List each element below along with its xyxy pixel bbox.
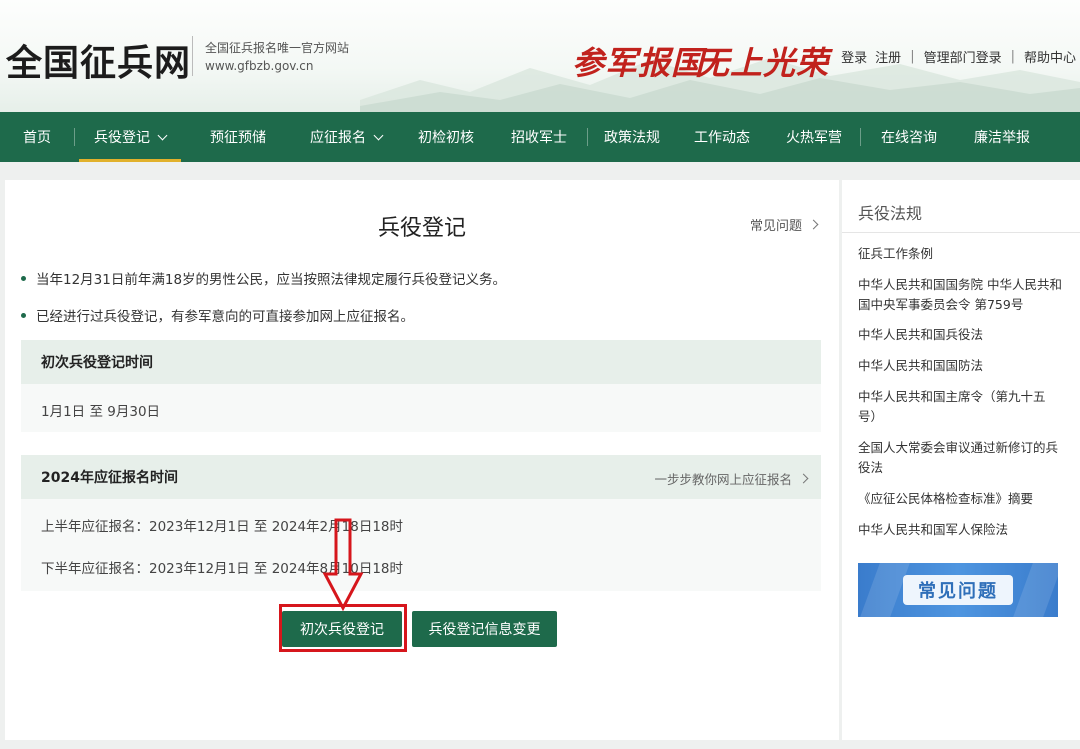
motto-text-2: 无上光荣 (697, 44, 830, 82)
first-registration-heading: 初次兵役登记时间 (21, 340, 821, 384)
nav-item-military-registration[interactable]: 兵役登记 (79, 112, 181, 162)
link-separator: | (910, 49, 915, 64)
admin-login-link[interactable]: 管理部门登录 (924, 47, 1002, 66)
nav-item-integrity-report[interactable]: 廉洁举报 (957, 112, 1047, 162)
logo-divider (192, 36, 193, 76)
chevron-right-icon (798, 473, 809, 484)
sidebar-divider (842, 232, 1080, 233)
site-url: www.gfbzb.gov.cn (205, 59, 314, 73)
sidebar-link[interactable]: 《应征公民体格检查标准》摘要 (858, 489, 1064, 509)
info-bullet: 当年12月31日前年满18岁的男性公民，应当按照法律规定履行兵役登记义务。 (21, 268, 506, 288)
nav-item-military-camp[interactable]: 火热军营 (768, 112, 860, 162)
site-header: 全国征兵网 全国征兵报名唯一官方网站 www.gfbzb.gov.cn 参军报国… (0, 0, 1080, 112)
site-slogan: 全国征兵报名唯一官方网站 (205, 41, 350, 55)
nav-item-work-news[interactable]: 工作动态 (676, 112, 768, 162)
nav-item-initial-check[interactable]: 初检初核 (401, 112, 491, 162)
motto-text-1: 参军报国 (572, 44, 705, 82)
registration-info-change-button[interactable]: 兵役登记信息变更 (412, 611, 557, 647)
bullet-dot-icon (21, 312, 26, 318)
faq-banner-label: 常见问题 (903, 575, 1013, 605)
register-link[interactable]: 注册 (875, 47, 901, 66)
login-link[interactable]: 登录 (841, 47, 867, 66)
top-links: 登录 注册 | 管理部门登录 | 帮助中心 (841, 47, 1076, 66)
nav-separator (74, 128, 75, 146)
site-logo[interactable]: 全国征兵网 (6, 34, 191, 86)
sidebar: 兵役法规 征兵工作条例 中华人民共和国国务院 中华人民共和国中央军事委员会令 第… (842, 180, 1080, 740)
enlistment-heading: 2024年应征报名时间 一步步教你网上应征报名 (21, 455, 821, 499)
nav-item-policy[interactable]: 政策法规 (588, 112, 676, 162)
sidebar-link[interactable]: 中华人民共和国主席令（第九十五号） (858, 387, 1064, 427)
info-bullet: 已经进行过兵役登记，有参军意向的可直接参加网上应征报名。 (21, 305, 414, 325)
sidebar-link[interactable]: 中华人民共和国兵役法 (858, 325, 1064, 345)
enlistment-time-box: 2024年应征报名时间 一步步教你网上应征报名 上半年应征报名：2023年12月… (21, 455, 821, 591)
sidebar-link[interactable]: 中华人民共和国军人保险法 (858, 520, 1064, 540)
chevron-right-icon (808, 219, 819, 230)
main-nav: 首页 兵役登记 预征预储 应征报名 初检初核 招收军士 政策法规 工作动态 火热… (0, 112, 1080, 162)
sidebar-link[interactable]: 中华人民共和国国防法 (858, 356, 1064, 376)
help-center-link[interactable]: 帮助中心 (1024, 47, 1076, 66)
sidebar-link[interactable]: 中华人民共和国国务院 中华人民共和国中央军事委员会令 第759号 (858, 275, 1064, 315)
first-registration-button[interactable]: 初次兵役登记 (282, 611, 402, 647)
bullet-dot-icon (21, 275, 26, 281)
enlistment-guide-link[interactable]: 一步步教你网上应征报名 (654, 469, 809, 488)
chevron-down-icon (373, 130, 384, 140)
first-registration-period: 1月1日 至 9月30日 (41, 404, 161, 420)
faq-banner[interactable]: 常见问题 (858, 563, 1058, 617)
link-separator: | (1010, 49, 1015, 64)
nav-item-home[interactable]: 首页 (0, 112, 74, 162)
nav-item-online-consult[interactable]: 在线咨询 (861, 112, 957, 162)
banner-decoration (1013, 563, 1058, 617)
first-registration-time-box: 初次兵役登记时间 1月1日 至 9月30日 (21, 340, 821, 432)
chevron-down-icon (157, 130, 168, 140)
page-title: 兵役登记 (377, 216, 466, 241)
sidebar-link[interactable]: 全国人大常委会审议通过新修订的兵役法 (858, 438, 1064, 478)
arrow-down-icon (322, 518, 364, 612)
nav-item-pre-recruitment[interactable]: 预征预储 (185, 112, 291, 162)
nav-item-enlistment[interactable]: 应征报名 (291, 112, 401, 162)
nav-item-sergeant-recruitment[interactable]: 招收军士 (491, 112, 587, 162)
main-panel: 兵役登记 常见问题 当年12月31日前年满18岁的男性公民，应当按照法律规定履行… (5, 180, 839, 740)
faq-link[interactable]: 常见问题 (750, 215, 819, 234)
sidebar-link[interactable]: 征兵工作条例 (858, 244, 1064, 264)
sidebar-title: 兵役法规 (858, 204, 923, 223)
